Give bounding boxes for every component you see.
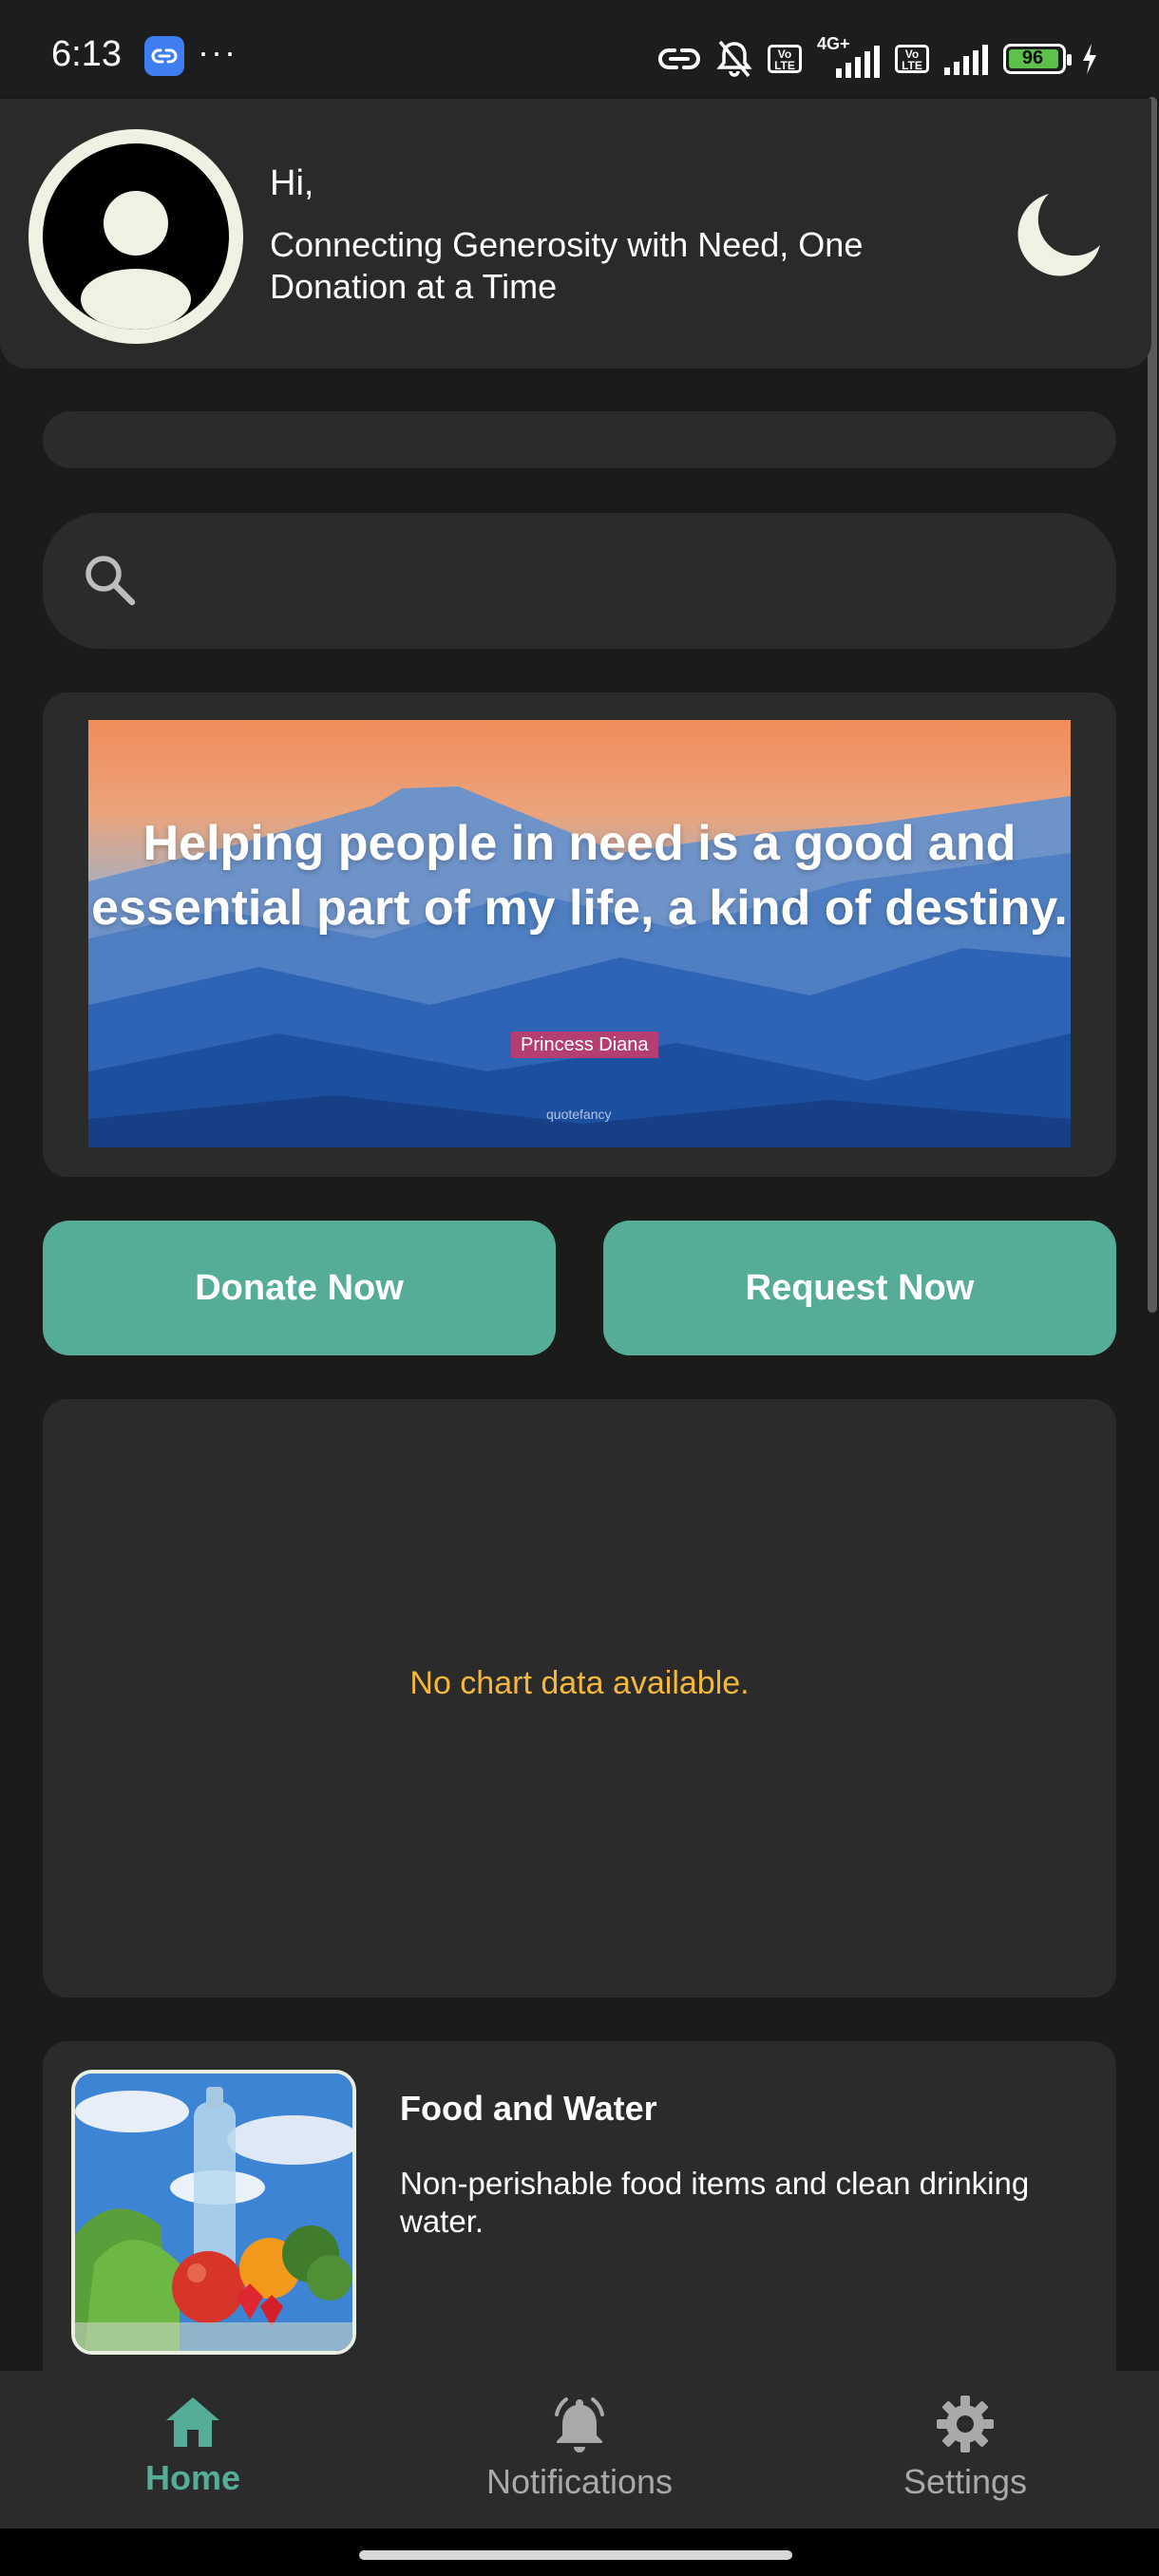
home-indicator[interactable]: [359, 2550, 792, 2560]
home-icon: [166, 2397, 219, 2447]
hotspot-link-icon: [658, 48, 700, 69]
nav-settings-label: Settings: [902, 2462, 1028, 2501]
status-bar: 6:13 ··· Vo LTE 4G+ Vo LTE 96: [0, 0, 1159, 95]
chart-card: No chart data available.: [43, 1399, 1116, 1998]
link-app-icon: [144, 36, 184, 76]
placeholder-bar: [43, 411, 1116, 468]
search-bar[interactable]: [43, 513, 1116, 649]
notifications-bell-icon: [555, 2397, 604, 2453]
search-input[interactable]: [166, 541, 1082, 619]
category-title: Food and Water: [400, 2089, 657, 2128]
signal-icon: [944, 43, 988, 75]
nav-notifications-label: Notifications: [485, 2462, 674, 2501]
avatar[interactable]: [28, 129, 243, 344]
search-icon: [86, 556, 136, 606]
bottom-navigation: Home Notifications Settings: [0, 2371, 1159, 2529]
category-description: Non-perishable food items and clean drin…: [400, 2166, 1030, 2239]
status-time: 6:13: [51, 34, 122, 74]
moon-icon: [1017, 194, 1100, 276]
quote-author: Princess Diana: [511, 1032, 658, 1058]
volte-icon: Vo LTE: [768, 45, 802, 73]
silent-bell-icon: [716, 40, 752, 78]
nav-notifications[interactable]: Notifications: [437, 2394, 722, 2502]
category-card[interactable]: Food and Water Non-perishable food items…: [43, 2041, 1116, 2421]
tagline-text: Connecting Generosity with Need, One Don…: [270, 225, 864, 306]
nav-home-label: Home: [144, 2458, 241, 2497]
more-notifications-icon: ···: [198, 32, 238, 71]
donate-now-button[interactable]: Donate Now: [43, 1221, 556, 1355]
battery-level: 96: [1021, 47, 1044, 68]
network-type: 4G+: [817, 34, 880, 78]
quote-banner-image: Helping people in need is a good and ess…: [88, 720, 1071, 1147]
person-avatar-icon: [43, 143, 229, 330]
gear-icon: [937, 2396, 994, 2453]
quote-banner-card: Helping people in need is a good and ess…: [43, 692, 1116, 1177]
food-and-water-image: [71, 2070, 356, 2355]
chart-empty-message: No chart data available.: [409, 1665, 750, 1701]
charging-bolt-icon: [1083, 44, 1096, 74]
status-icons: Vo LTE 4G+ Vo LTE 96: [657, 30, 1098, 87]
watermark-text: quotefancy: [546, 1107, 612, 1122]
battery-icon: 96: [1003, 44, 1072, 74]
quote-text: Helping people in need is a good and ess…: [91, 816, 1068, 936]
request-now-button[interactable]: Request Now: [603, 1221, 1116, 1355]
volte-icon-2: Vo LTE: [895, 45, 929, 73]
header: Hi, Connecting Generosity with Need, One…: [0, 99, 1151, 369]
nav-home[interactable]: Home: [50, 2394, 335, 2498]
nav-settings[interactable]: Settings: [823, 2394, 1108, 2502]
greeting-text: Hi,: [270, 163, 314, 203]
theme-toggle-button[interactable]: [1013, 186, 1108, 281]
